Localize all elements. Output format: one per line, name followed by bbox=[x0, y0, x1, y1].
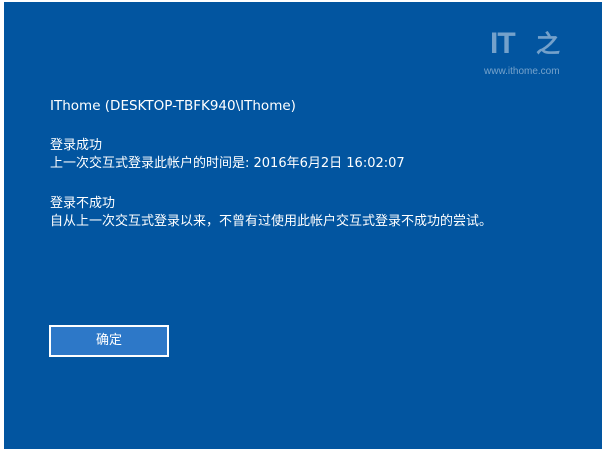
ok-button[interactable]: 确定 bbox=[49, 325, 169, 357]
failure-detail: 自从上一次交互式登录以来，不曾有过使用此帐户交互式登录不成功的尝试。 bbox=[50, 214, 493, 229]
watermark-url: www.ithome.com bbox=[484, 66, 560, 77]
success-detail: 上一次交互式登录此帐户的时间是: 2016年6月2日 16:02:07 bbox=[50, 156, 405, 171]
watermark-logo: IT bbox=[490, 27, 516, 60]
failure-section: 登录不成功 自从上一次交互式登录以来，不曾有过使用此帐户交互式登录不成功的尝试。 bbox=[50, 195, 492, 231]
success-heading: 登录成功 bbox=[50, 138, 103, 153]
failure-heading: 登录不成功 bbox=[50, 196, 116, 211]
watermark-glyph: 之 bbox=[536, 31, 560, 58]
success-section: 登录成功 上一次交互式登录此帐户的时间是: 2016年6月2日 16:02:07 bbox=[50, 137, 405, 173]
logon-info-screen: IT 之 www.ithome.com IThome (DESKTOP-TBFK… bbox=[4, 2, 602, 449]
account-name: IThome (DESKTOP-TBFK940\IThome) bbox=[50, 98, 296, 114]
ithome-watermark: IT 之 www.ithome.com bbox=[484, 28, 576, 78]
